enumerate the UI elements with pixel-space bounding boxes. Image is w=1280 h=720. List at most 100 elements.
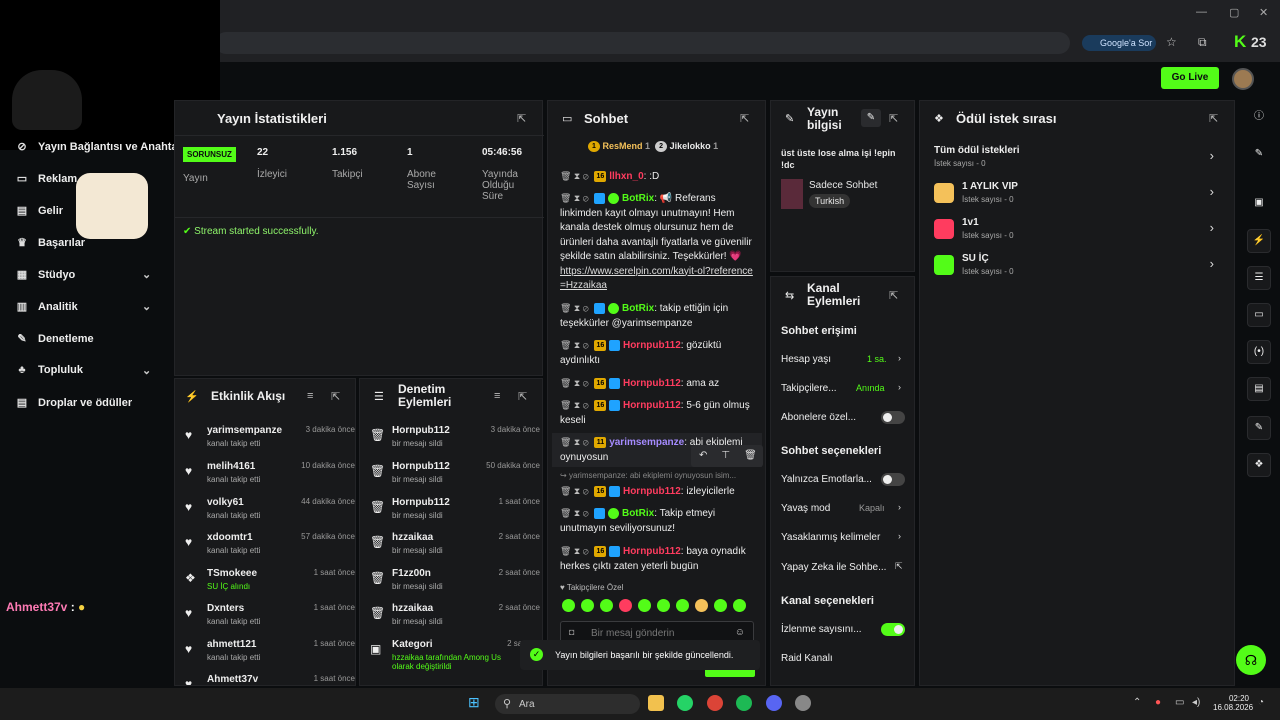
- emote-icon[interactable]: [581, 599, 594, 612]
- tray-chevron-icon[interactable]: ⌃: [1133, 697, 1141, 708]
- layout-icon[interactable]: ▤: [1247, 377, 1271, 401]
- mod-tools-icon[interactable]: 🗑 ⧗ ⊘: [560, 340, 589, 350]
- account-age-value[interactable]: 1 sa.: [867, 354, 887, 364]
- edit-icon[interactable]: ✎: [861, 109, 881, 127]
- volume-icon[interactable]: ◂): [1192, 697, 1200, 708]
- mod-tools-icon[interactable]: 🗑 ⧗ ⊘: [560, 378, 589, 388]
- whatsapp-icon[interactable]: [677, 695, 693, 711]
- mod-tools-icon[interactable]: 🗑 ⧗ ⊘: [560, 508, 589, 518]
- pin-icon[interactable]: ⊤: [721, 450, 730, 461]
- sidebar-item-studio[interactable]: ▦ Stüdyo ⌄: [16, 268, 151, 282]
- filter-icon[interactable]: ≡: [307, 390, 313, 402]
- popout-icon[interactable]: ⇱: [889, 289, 898, 302]
- emoji-picker-icon[interactable]: ☺: [735, 627, 745, 638]
- chat-username[interactable]: BotRix: [622, 303, 654, 314]
- wrench-icon[interactable]: ✎: [1247, 416, 1271, 440]
- chevron-right-icon[interactable]: ›: [898, 382, 901, 392]
- edit-icon[interactable]: ✎: [1247, 143, 1271, 167]
- chat-username[interactable]: BotRix: [622, 193, 654, 204]
- chat-icon[interactable]: ▭: [1247, 303, 1271, 327]
- chat-username[interactable]: BotRix: [622, 508, 654, 519]
- emotes-only-toggle[interactable]: [881, 473, 905, 486]
- emote-icon[interactable]: [619, 599, 632, 612]
- popout-icon[interactable]: ⇱: [889, 112, 898, 125]
- followers-only-label[interactable]: Takipçilere...: [781, 383, 906, 394]
- sidebar-item-analytics[interactable]: ▥ Analitik ⌄: [16, 300, 151, 314]
- tag-chip[interactable]: Turkish: [809, 194, 851, 208]
- network-icon[interactable]: ▭: [1175, 697, 1184, 708]
- emote-icon[interactable]: [733, 599, 746, 612]
- microphone-icon[interactable]: ●: [1155, 697, 1161, 708]
- emote-icon[interactable]: [714, 599, 727, 612]
- trash-icon[interactable]: 🗑: [744, 450, 757, 461]
- address-bar[interactable]: [215, 32, 1070, 54]
- lightning-icon[interactable]: ⚡: [1247, 229, 1271, 253]
- popout-icon[interactable]: ⇱: [518, 390, 527, 403]
- list-icon[interactable]: ☰: [1247, 266, 1271, 290]
- external-link-icon[interactable]: ⇱: [895, 561, 903, 572]
- reply-icon[interactable]: ↶: [699, 450, 707, 461]
- chat-username[interactable]: Hornpub112: [623, 378, 681, 389]
- broadcast-icon[interactable]: (•): [1247, 340, 1271, 364]
- chat-username[interactable]: Hornpub112: [623, 340, 681, 351]
- all-requests-item[interactable]: Tüm ödül istekleri İstek sayısı - 0 ›: [934, 145, 1214, 175]
- chevron-right-icon[interactable]: ›: [898, 531, 901, 541]
- chat-username[interactable]: yarimsempanze: [609, 437, 684, 448]
- sidebar-item-community[interactable]: ♣ Topluluk ⌄: [16, 364, 151, 377]
- chat-username[interactable]: Hornpub112: [623, 486, 681, 497]
- emote-icon[interactable]: [657, 599, 670, 612]
- mod-tools-icon[interactable]: 🗑 ⧗ ⊘: [560, 437, 589, 447]
- filter-icon[interactable]: ≡: [494, 390, 500, 402]
- ai-chat-label[interactable]: Yapay Zeka ile Sohbe...: [781, 562, 906, 573]
- mod-tools-icon[interactable]: 🗑 ⧗ ⊘: [560, 486, 589, 496]
- reward-icon[interactable]: ❖: [1247, 453, 1271, 477]
- popout-icon[interactable]: ⇱: [517, 112, 526, 125]
- avatar[interactable]: [1232, 68, 1254, 90]
- sidebar-item-stream-key[interactable]: ⊘ Yayın Bağlantısı ve Anahtarı: [16, 140, 185, 154]
- mod-tools-icon[interactable]: 🗑 ⧗ ⊘: [560, 400, 589, 410]
- camera-icon[interactable]: ▣: [1247, 192, 1271, 216]
- chevron-right-icon[interactable]: ›: [898, 353, 901, 363]
- sidebar-item-drops[interactable]: ▤ Droplar ve ödüller: [16, 396, 132, 410]
- chrome-icon[interactable]: [707, 695, 723, 711]
- chat-username[interactable]: llhxn_0: [609, 171, 643, 182]
- mod-tools-icon[interactable]: 🗑 ⧗ ⊘: [560, 303, 589, 313]
- sidebar-item-ads[interactable]: ▭ Reklam: [16, 172, 77, 186]
- mod-tools-icon[interactable]: 🗑 ⧗ ⊘: [560, 546, 589, 556]
- spotify-icon[interactable]: [736, 695, 752, 711]
- emote-icon[interactable]: [695, 599, 708, 612]
- bookmark-star-icon[interactable]: ☆: [1166, 35, 1177, 49]
- taskbar-search[interactable]: ⚲ Ara: [495, 694, 640, 714]
- account-age-label[interactable]: Hesap yaşı: [781, 354, 906, 365]
- extensions-icon[interactable]: ⧉: [1198, 35, 1207, 50]
- help-button[interactable]: ☊: [1236, 645, 1266, 675]
- emote-icon[interactable]: [638, 599, 651, 612]
- popout-icon[interactable]: ⇱: [1209, 112, 1218, 125]
- emote-icon[interactable]: [562, 599, 575, 612]
- discord-icon[interactable]: [766, 695, 782, 711]
- info-icon[interactable]: ⓘ: [1247, 106, 1271, 130]
- popout-icon[interactable]: ⇱: [331, 390, 340, 403]
- maximize-button[interactable]: ▢: [1229, 6, 1239, 19]
- close-window-button[interactable]: ✕: [1259, 6, 1268, 19]
- sidebar-item-achievements[interactable]: ♛ Başarılar: [16, 236, 85, 250]
- chat-username[interactable]: Hornpub112: [623, 400, 681, 411]
- popout-icon[interactable]: ⇱: [740, 112, 749, 125]
- emote-icon[interactable]: [600, 599, 613, 612]
- sidebar-item-moderation[interactable]: ✎ Denetleme: [16, 332, 93, 346]
- raid-label[interactable]: Raid Kanalı: [781, 653, 906, 664]
- app-icon[interactable]: [795, 695, 811, 711]
- reward-item[interactable]: 1 AYLIK VIP İstek sayısı - 0 ›: [934, 181, 1214, 211]
- google-ask-chip[interactable]: Google'a Sor: [1082, 35, 1156, 51]
- reward-item[interactable]: SU İÇ İstek sayısı - 0 ›: [934, 253, 1214, 283]
- followers-only-value[interactable]: Anında: [856, 383, 885, 393]
- subs-only-toggle[interactable]: [881, 411, 905, 424]
- view-count-toggle[interactable]: [881, 623, 905, 636]
- minimize-button[interactable]: —: [1196, 6, 1207, 18]
- file-explorer-icon[interactable]: [648, 695, 664, 711]
- slow-mode-value[interactable]: Kapalı: [859, 503, 885, 513]
- clock[interactable]: 02:20 16.08.2026: [1213, 694, 1253, 712]
- mod-tools-icon[interactable]: 🗑 ⧗ ⊘: [560, 193, 589, 203]
- slow-mode-label[interactable]: Yavaş mod: [781, 503, 906, 514]
- mod-tools-icon[interactable]: 🗑 ⧗ ⊘: [560, 171, 589, 181]
